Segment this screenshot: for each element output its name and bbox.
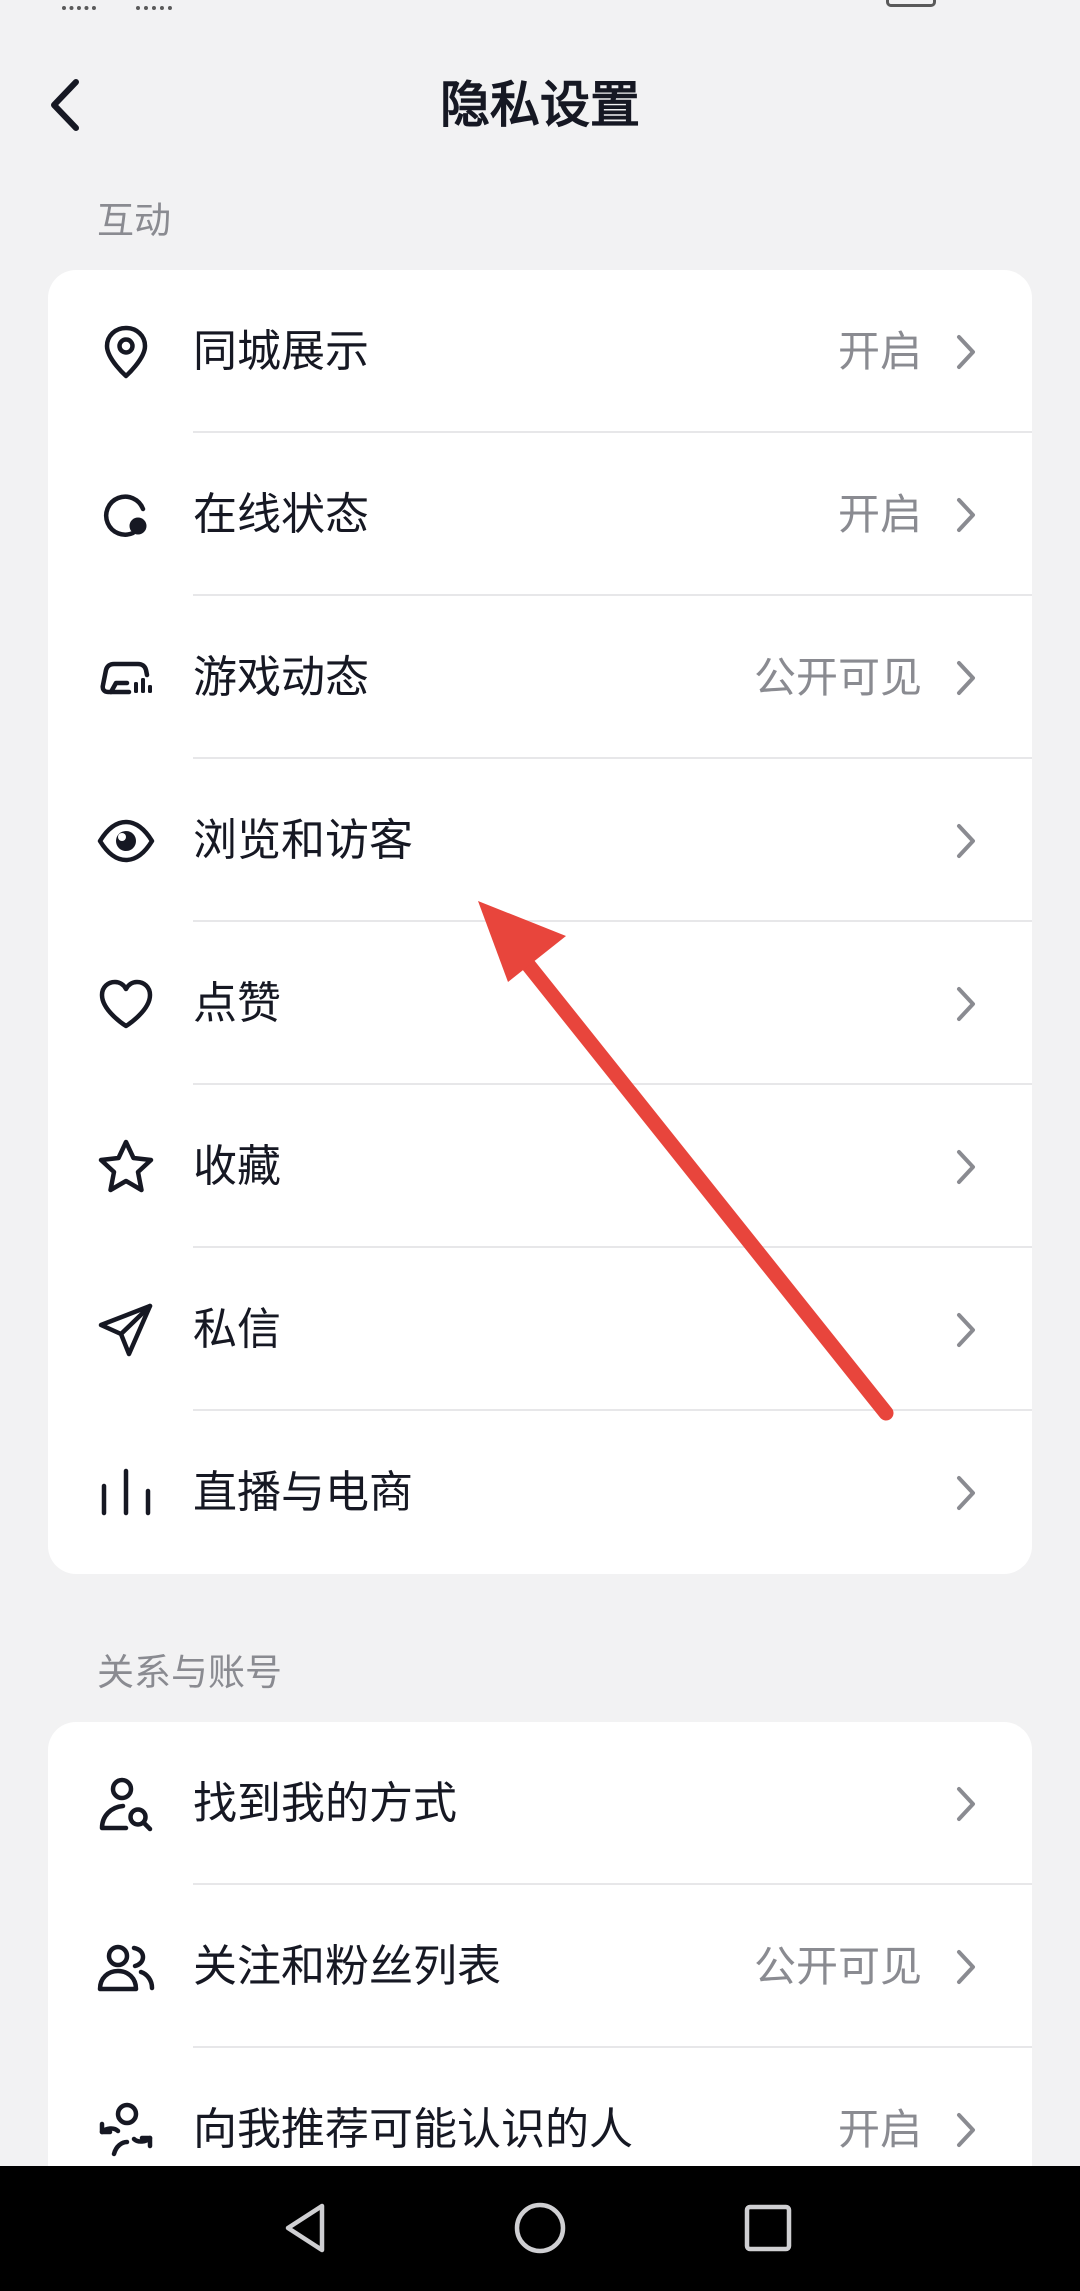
settings-row-label: 收藏 [193,1140,281,1192]
settings-row-direct-messages[interactable]: 私信 [48,1248,1032,1411]
eye-icon [96,811,156,871]
section-label-relationships: 关系与账号 [97,1651,282,1694]
settings-row-favorites[interactable]: 收藏 [48,1085,1032,1248]
settings-row-label: 直播与电商 [193,1466,413,1518]
page-title: 隐私设置 [440,76,640,134]
settings-row-label: 找到我的方式 [193,1777,457,1829]
settings-row-label: 关注和粉丝列表 [193,1940,501,1992]
star-icon [96,1137,156,1197]
chevron-right-icon [952,656,980,700]
signal-icon [62,0,96,10]
paper-plane-icon [96,1300,156,1360]
settings-row-game-activity[interactable]: 游戏动态 公开可见 [48,596,1032,759]
settings-row-value: 开启 [837,326,922,376]
nav-back-triangle-icon[interactable] [276,2196,340,2260]
settings-card-relationships: 找到我的方式 关注和粉丝列表 公开可见 向我推荐可能认识的人 开启 [48,1722,1032,2166]
heart-icon [96,974,156,1034]
settings-row-value: 公开可见 [753,652,922,702]
settings-row-label: 游戏动态 [193,651,369,703]
people-icon [96,1937,156,1997]
chevron-right-icon [952,819,980,863]
chevron-right-icon [952,1782,980,1826]
settings-row-browse-visitors[interactable]: 浏览和访客 [48,759,1032,922]
settings-row-label: 同城展示 [193,325,369,377]
nav-recents-square-icon[interactable] [736,2196,800,2260]
settings-row-live-ecommerce[interactable]: 直播与电商 [48,1411,1032,1574]
settings-row-label: 点赞 [193,977,281,1029]
settings-row-recommend-people[interactable]: 向我推荐可能认识的人 开启 [48,2048,1032,2166]
settings-row-label: 私信 [193,1303,281,1355]
nav-home-circle-icon[interactable] [508,2196,572,2260]
system-navigation-bar [0,2166,1080,2291]
settings-row-value: 开启 [837,2104,922,2154]
settings-row-label: 浏览和访客 [193,814,413,866]
chevron-right-icon [952,493,980,537]
settings-row-likes[interactable]: 点赞 [48,922,1032,1085]
chevron-right-icon [952,330,980,374]
header: 隐私设置 [0,50,1080,160]
bar-chart-icon [96,1463,156,1523]
settings-row-follow-fans-list[interactable]: 关注和粉丝列表 公开可见 [48,1885,1032,2048]
chevron-right-icon [952,982,980,1026]
settings-row-find-me[interactable]: 找到我的方式 [48,1722,1032,1885]
chevron-right-icon [952,1945,980,1989]
settings-row-label: 在线状态 [193,488,369,540]
section-label-interaction: 互动 [97,199,171,242]
settings-row-value: 开启 [837,489,922,539]
settings-row-label: 向我推荐可能认识的人 [193,2103,633,2155]
chevron-right-icon [952,2108,980,2152]
settings-row-same-city[interactable]: 同城展示 开启 [48,270,1032,433]
battery-icon [886,0,936,7]
chevron-right-icon [952,1308,980,1352]
online-status-icon [96,485,156,545]
game-controller-icon [96,648,156,708]
person-recommend-icon [96,2100,156,2160]
settings-row-online-status[interactable]: 在线状态 开启 [48,433,1032,596]
signal-icon [136,0,172,10]
chevron-right-icon [952,1471,980,1515]
settings-card-interaction: 同城展示 开启 在线状态 开启 游戏动态 公开可见 浏览和访客 点赞 收藏 私信… [48,270,1032,1574]
person-search-icon [96,1774,156,1834]
chevron-right-icon [952,1145,980,1189]
status-bar [0,0,1080,30]
settings-row-value: 公开可见 [753,1941,922,1991]
location-pin-icon [96,322,156,382]
